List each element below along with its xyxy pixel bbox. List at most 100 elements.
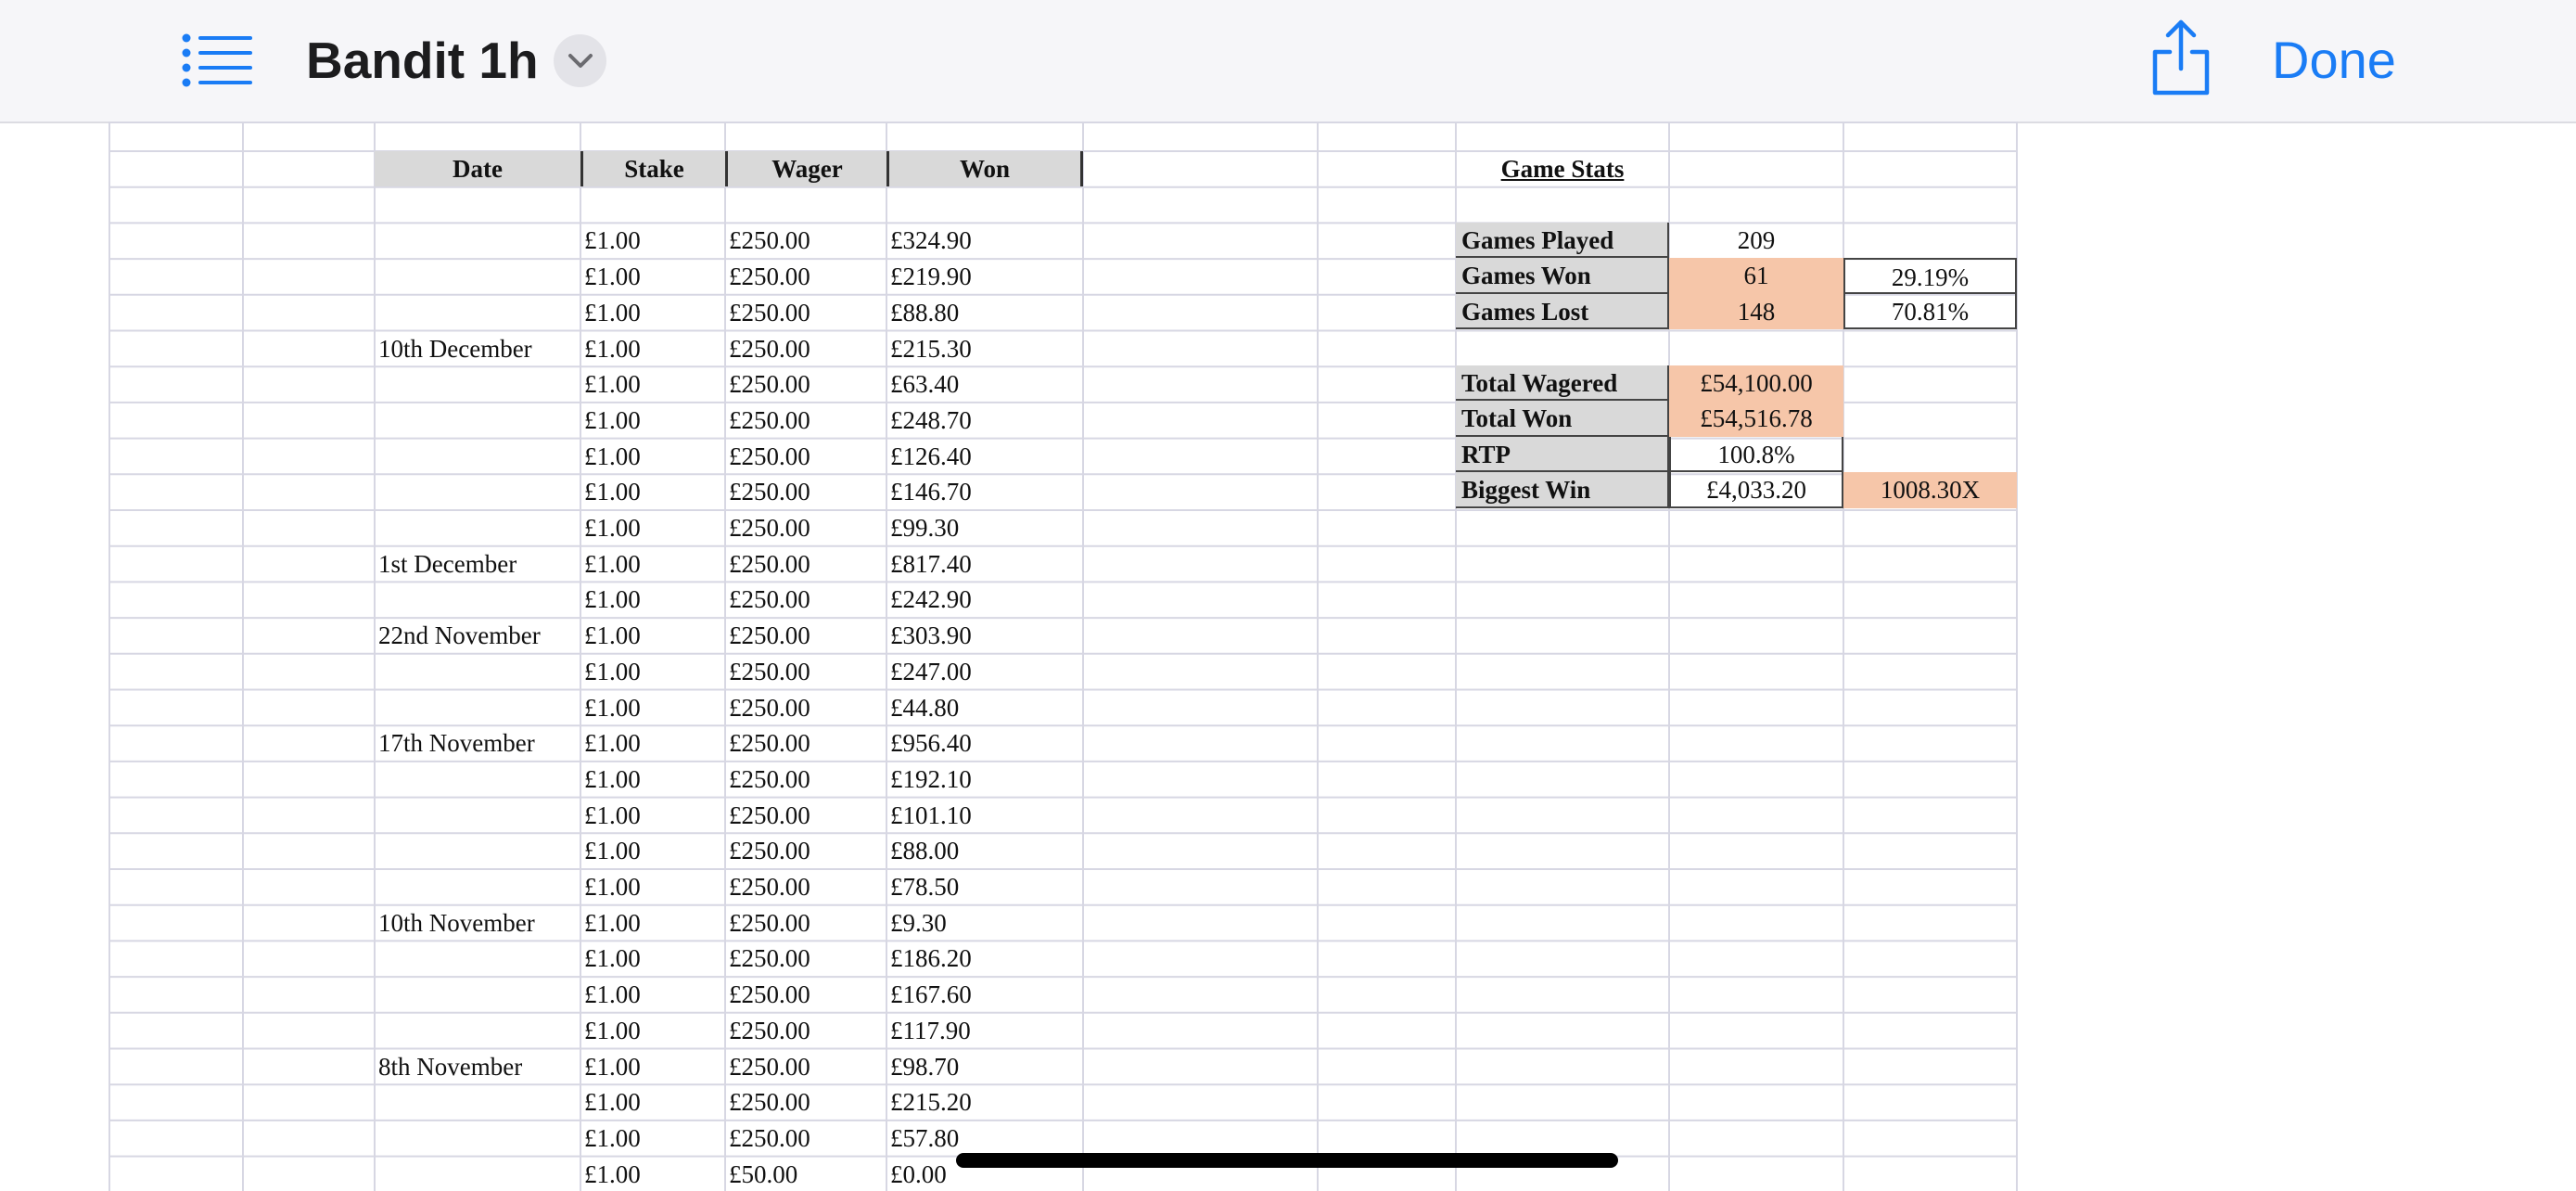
date-cell [378,977,579,1013]
stake-cell: £1.00 [584,1052,641,1081]
wager-cell: £250.00 [729,764,810,793]
won-cell: £192.10 [890,764,972,793]
wager-cell: £250.00 [729,621,810,650]
won-cell: £186.20 [890,944,972,973]
home-indicator [956,1153,1618,1168]
wager-cell: £50.00 [729,1159,798,1188]
date-cell [378,762,579,798]
list-icon[interactable] [182,33,252,87]
won-cell: £126.40 [890,442,972,470]
won-cell: £57.80 [890,1123,960,1152]
date-cell [378,1157,579,1191]
won-cell: £817.40 [890,549,972,578]
wager-cell: £250.00 [729,1088,810,1117]
games-played-value: 209 [1737,226,1776,254]
stake-cell: £1.00 [584,514,641,542]
date-cell [378,1013,579,1049]
date-cell [378,510,579,546]
stake-cell: £1.00 [584,478,641,506]
date-cell: 10th December [378,334,532,363]
total-wagered-label: Total Wagered [1456,365,1669,401]
date-cell [378,869,579,905]
won-cell: £215.30 [890,334,972,363]
header-stake: Stake [580,151,725,186]
stake-cell: £1.00 [584,1088,641,1117]
won-cell: £167.60 [890,980,972,1009]
stake-cell: £1.00 [584,1016,641,1044]
stake-cell: £1.00 [584,226,641,255]
stake-cell: £1.00 [584,800,641,829]
date-cell [378,582,579,618]
wager-cell: £250.00 [729,873,810,901]
date-cell [378,798,579,834]
header-date: Date [375,151,580,186]
stake-cell: £1.00 [584,334,641,363]
won-cell: £44.80 [890,693,960,722]
won-cell: £146.70 [890,478,972,506]
stake-cell: £1.00 [584,1159,641,1188]
won-cell: £117.90 [890,1016,971,1044]
stake-cell: £1.00 [584,657,641,685]
header-won: Won [886,151,1083,186]
date-cell: 8th November [378,1052,523,1081]
wager-cell: £250.00 [729,837,810,865]
wager-cell: £250.00 [729,298,810,327]
won-cell: £324.90 [890,226,972,255]
wager-cell: £250.00 [729,980,810,1009]
won-cell: £956.40 [890,729,972,758]
won-cell: £101.10 [890,800,972,829]
stake-cell: £1.00 [584,980,641,1009]
wager-cell: £250.00 [729,657,810,685]
stake-cell: £1.00 [584,908,641,937]
spreadsheet[interactable]: Date Stake Wager Won £1.00 £250.00 £324.90… [0,122,2576,1191]
date-cell [378,690,579,726]
stake-cell: £1.00 [584,944,641,973]
wager-cell: £250.00 [729,944,810,973]
wager-cell: £250.00 [729,334,810,363]
games-won-label: Games Won [1456,258,1669,294]
stake-cell: £1.00 [584,549,641,578]
date-cell: 17th November [378,729,535,758]
date-cell: 1st December [378,549,517,578]
done-button[interactable]: Done [2272,28,2396,93]
date-cell: 22nd November [378,621,541,650]
wager-cell: £250.00 [729,370,810,399]
date-cell [378,833,579,869]
share-icon[interactable] [2149,17,2213,96]
chevron-down-icon[interactable] [554,34,606,87]
total-won-label: Total Won [1456,401,1669,437]
date-cell [378,1121,579,1157]
wager-cell: £250.00 [729,1123,810,1152]
won-cell: £63.40 [890,370,960,399]
wager-cell: £250.00 [729,585,810,614]
stake-cell: £1.00 [584,621,641,650]
wager-cell: £250.00 [729,1052,810,1081]
date-cell [378,654,579,690]
total-won-value: £54,516.78 [1669,401,1843,437]
won-cell: £215.20 [890,1088,972,1117]
date-cell [378,941,579,977]
toolbar: Bandit 1h Done [0,0,2576,123]
won-cell: £99.30 [890,514,960,542]
stake-cell: £1.00 [584,837,641,865]
games-lost-label: Games Lost [1456,294,1669,329]
document-title[interactable]: Bandit 1h [306,28,539,93]
games-won-value: 61 [1669,258,1843,294]
date-cell [378,1084,579,1121]
won-cell: £242.90 [890,585,972,614]
biggest-win-label: Biggest Win [1456,472,1669,508]
won-cell: £248.70 [890,405,972,434]
date-cell [378,403,579,439]
date-cell: 10th November [378,908,535,937]
won-cell: £219.90 [890,263,972,291]
wager-cell: £250.00 [729,478,810,506]
games-lost-value: 148 [1669,294,1843,329]
wager-cell: £250.00 [729,226,810,255]
date-cell [378,223,579,259]
stake-cell: £1.00 [584,1123,641,1152]
stake-cell: £1.00 [584,442,641,470]
wager-cell: £250.00 [729,263,810,291]
wager-cell: £250.00 [729,1016,810,1044]
stake-cell: £1.00 [584,873,641,901]
wager-cell: £250.00 [729,693,810,722]
